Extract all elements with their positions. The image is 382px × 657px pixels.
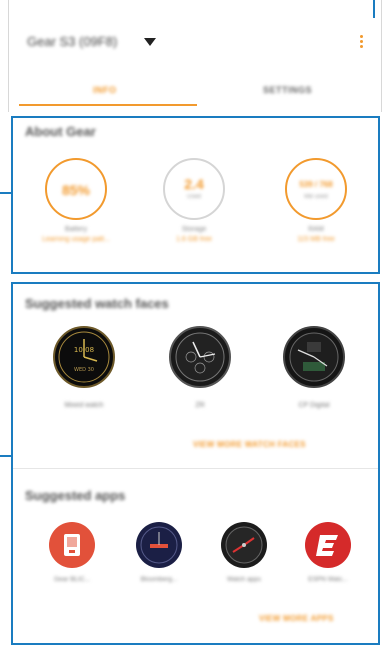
app-watch-icon[interactable] (221, 522, 267, 568)
watch-face-mixed-label: Mixed watch (64, 402, 104, 409)
device-dropdown-icon[interactable] (144, 38, 156, 46)
callout-line-suggestions (0, 455, 12, 457)
watch-face-zr[interactable] (169, 326, 231, 388)
battery-label: Battery (64, 226, 88, 233)
storage-sub: Used (186, 194, 201, 200)
watch-face-zr-label: ZR (195, 402, 205, 409)
device-name: Gear S3 (09F8) (27, 34, 118, 49)
suggestions-section: Suggested watch faces 10:08 WED 30 Mixed… (11, 282, 380, 645)
watch-face-cp-digital[interactable] (283, 326, 345, 388)
about-gear-section: About Gear 85% Battery Learning usage pa… (11, 116, 380, 274)
ram-ring[interactable]: 539 / 768 MB used (285, 158, 347, 220)
view-more-apps-link[interactable]: VIEW MORE APPS (259, 614, 334, 623)
apps-title: Suggested apps (25, 488, 126, 503)
view-more-watch-faces-link[interactable]: VIEW MORE WATCH FACES (193, 440, 306, 449)
app-espn-label: ESPN Watc... (308, 576, 348, 583)
svg-text:WED 30: WED 30 (74, 367, 94, 373)
watch-face-mixed[interactable]: 10:08 WED 30 (53, 326, 115, 388)
app-watch-label: Watch apps (226, 576, 262, 583)
tab-info[interactable]: INFO (93, 85, 117, 95)
app-gear-blic-label: Gear BLIC... (53, 576, 91, 583)
storage-value: 2.4 (184, 176, 204, 192)
app-bloomberg-icon[interactable] (136, 522, 182, 568)
callout-line-menu (373, 0, 375, 18)
section-divider (13, 468, 378, 469)
battery-detail: Learning usage patt... (42, 236, 110, 243)
ram-detail: 115 MB free (297, 236, 335, 243)
svg-text:10:08: 10:08 (74, 346, 94, 354)
storage-detail: 1.6 GB free (176, 236, 212, 243)
battery-value: 85% (61, 182, 91, 198)
watch-face-cp-label: CP Digital (298, 402, 330, 409)
app-bloomberg-label: Bloomberg... (140, 576, 178, 583)
ram-sub: MB used (304, 194, 328, 200)
ram-label: RAM (308, 226, 324, 233)
tab-settings[interactable]: SETTINGS (263, 85, 312, 95)
ram-value: 539 / 768 (299, 180, 333, 189)
watch-faces-title: Suggested watch faces (25, 296, 169, 311)
app-espn-icon[interactable] (305, 522, 351, 568)
gear-manager-screen: Gear S3 (09F8) INFO SETTINGS About Gear … (8, 0, 382, 657)
storage-label: Storage (181, 226, 207, 233)
about-gear-title: About Gear (25, 124, 96, 139)
app-gear-blic-icon[interactable] (49, 522, 95, 568)
storage-ring[interactable]: 2.4 Used (163, 158, 225, 220)
more-options-icon[interactable] (359, 32, 365, 50)
battery-ring[interactable]: 85% (45, 158, 107, 220)
callout-line-about (0, 192, 12, 194)
active-tab-indicator (19, 104, 197, 106)
app-header: Gear S3 (09F8) INFO SETTINGS (8, 0, 382, 112)
